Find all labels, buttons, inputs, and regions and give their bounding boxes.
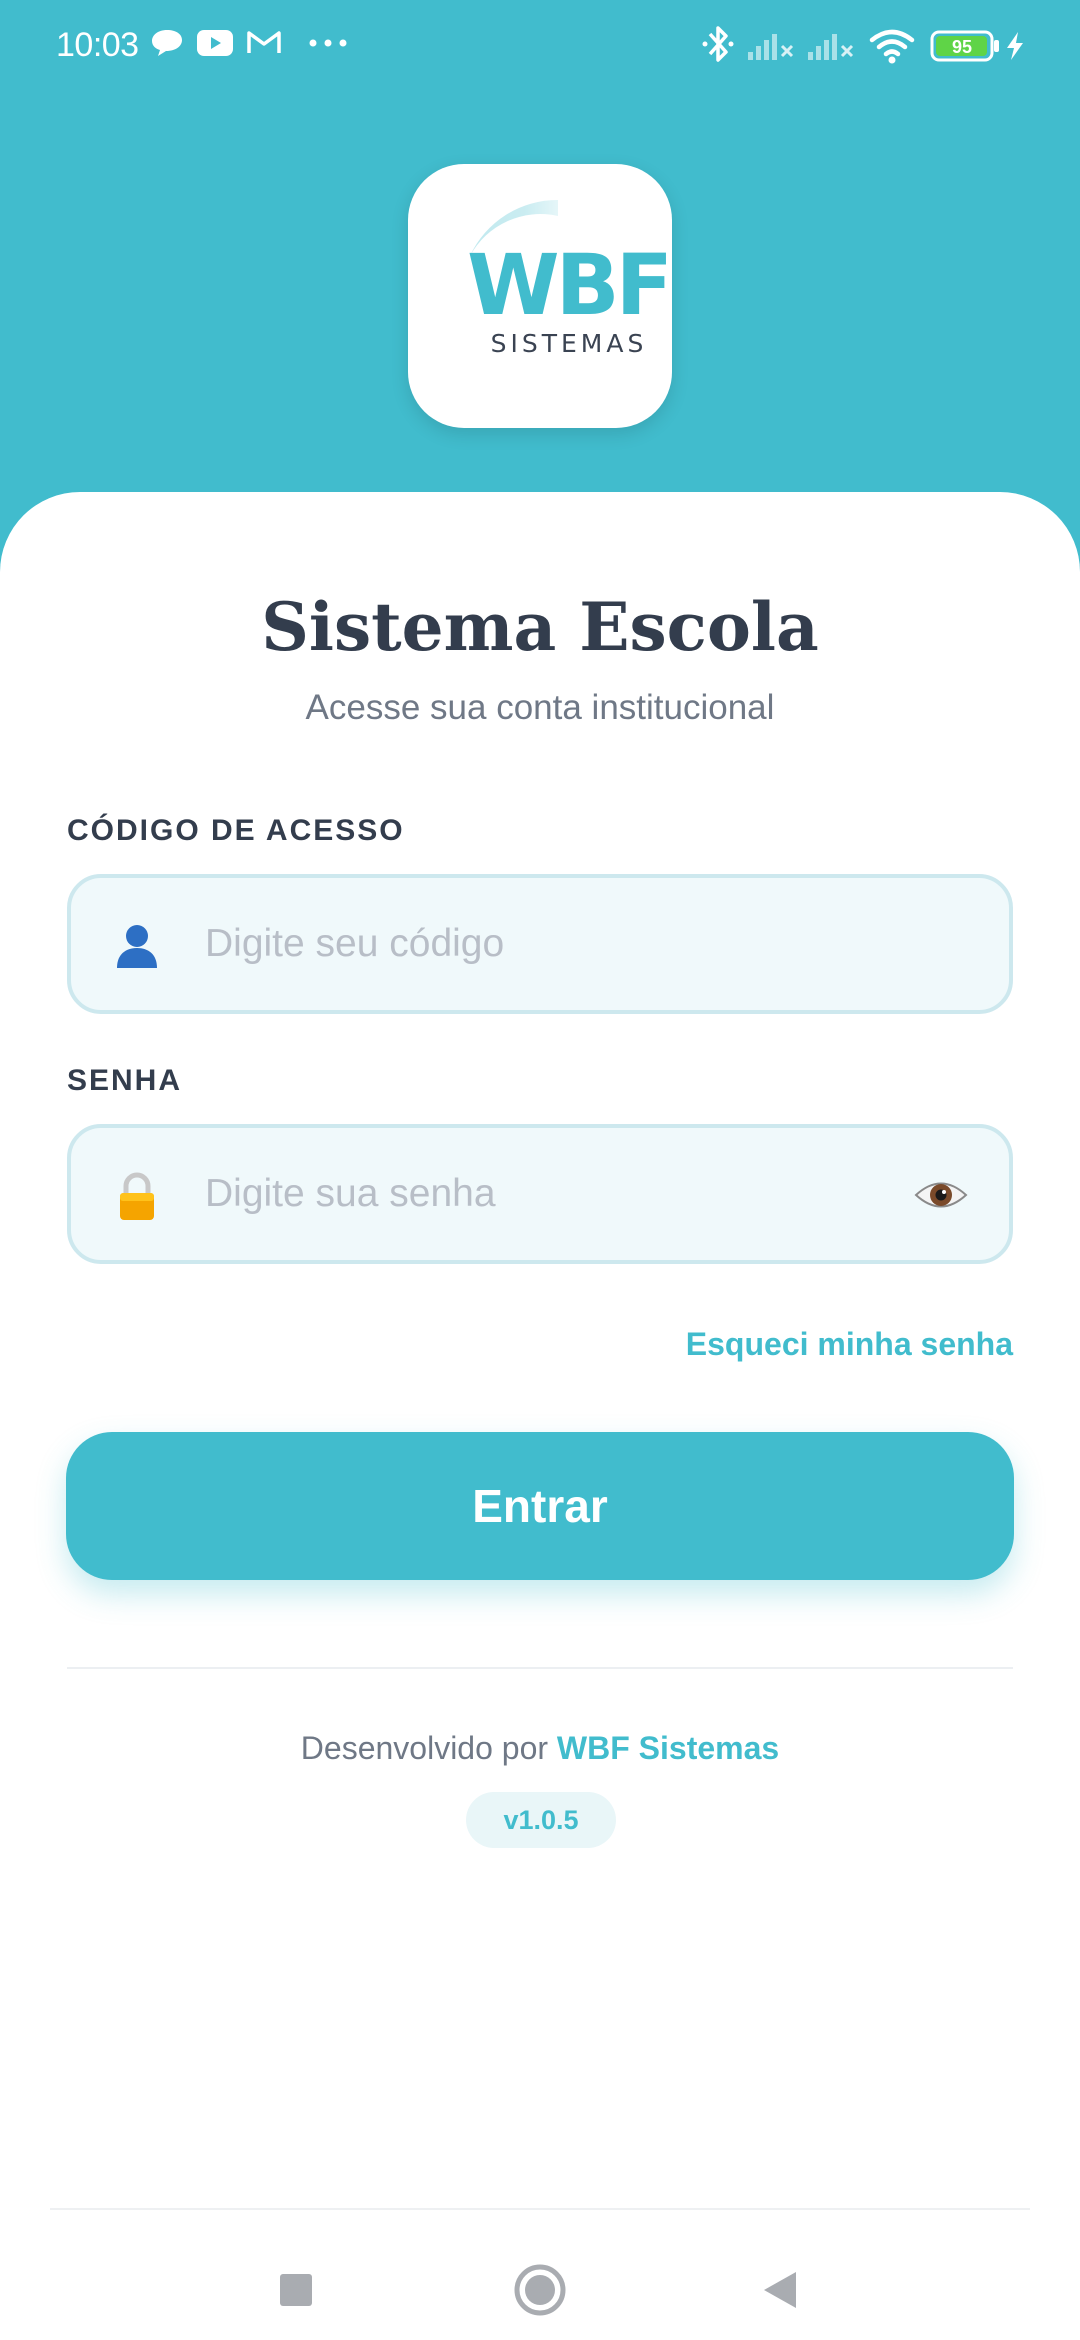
page-subtitle: Acesse sua conta institucional [305,688,775,727]
nav-divider [50,2208,1030,2210]
forgot-password-link[interactable]: Esqueci minha senha [686,1326,1013,1363]
password-label: SENHA [67,1064,183,1097]
enter-button[interactable]: Entrar [66,1432,1014,1580]
charging-icon [1004,30,1026,62]
bluetooth-icon [700,24,736,64]
back-triangle-icon[interactable] [740,2250,820,2330]
logo-subtext: SISTEMAS [491,329,648,358]
divider [67,1667,1013,1669]
signal-icon [746,28,796,62]
developed-by-prefix: Desenvolvido por [300,1730,549,1766]
chat-bubble-icon [150,28,184,58]
recents-square-icon[interactable] [256,2250,336,2330]
developer-name: WBF Sistemas [556,1730,780,1766]
logo-text: WBF [467,236,669,334]
password-field[interactable] [67,1124,1013,1264]
page-title: Sistema Escola [261,588,819,666]
home-circle-icon[interactable] [500,2250,580,2330]
lock-icon [111,1170,163,1222]
login-card [0,492,1080,2340]
user-icon [111,920,163,972]
status-bar: 10:03 95 [0,0,1080,96]
battery-icon: 95 [930,30,1000,62]
access-code-field[interactable] [67,874,1013,1014]
signal-icon [806,28,856,62]
wifi-icon [868,28,916,64]
developed-by: Desenvolvido por WBF Sistemas [0,1730,1080,1767]
battery-level: 95 [952,37,972,57]
more-dots-icon [308,38,348,48]
status-time: 10:03 [56,26,139,64]
password-input[interactable] [203,1128,903,1260]
access-code-label: CÓDIGO DE ACESSO [67,814,405,847]
eye-icon[interactable] [913,1172,969,1218]
access-code-input[interactable] [203,878,903,1010]
app-logo: WBF SISTEMAS [408,164,672,428]
gmail-icon [246,28,282,56]
youtube-icon [196,28,234,58]
version-badge: v1.0.5 [466,1792,616,1848]
